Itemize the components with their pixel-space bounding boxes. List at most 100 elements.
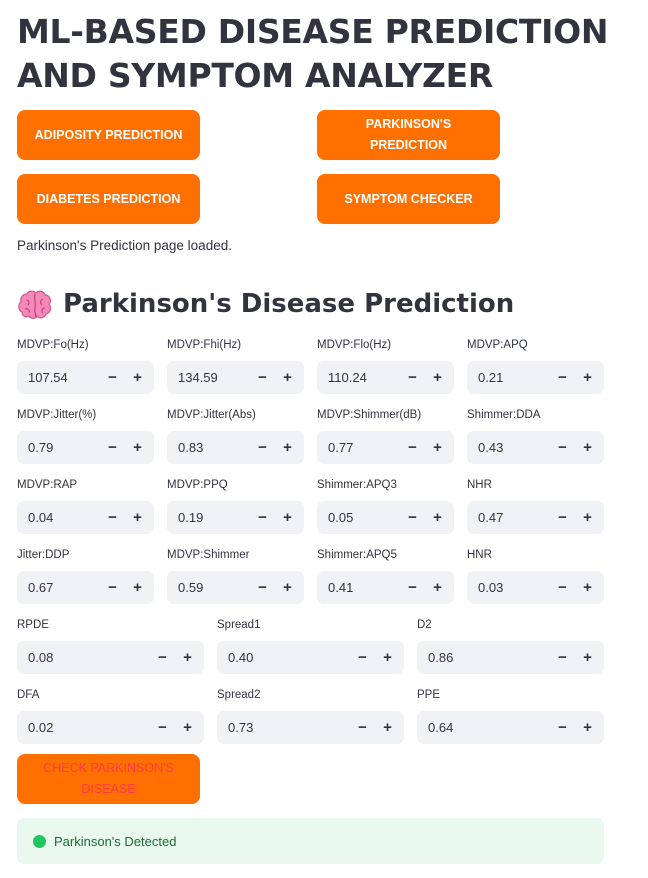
number-input[interactable]: 0.21 − + [467, 361, 604, 394]
number-input[interactable]: 0.04 − + [17, 501, 154, 534]
increment-button[interactable]: + [575, 571, 600, 604]
number-input[interactable]: 0.02 − + [17, 711, 204, 744]
decrement-button[interactable]: − [250, 431, 275, 464]
field-mdvp-ppq: MDVP:PPQ 0.19 − + [167, 477, 304, 534]
increment-button[interactable]: + [425, 501, 450, 534]
number-value[interactable]: 0.19 [167, 510, 250, 525]
decrement-button[interactable]: − [550, 501, 575, 534]
field-shimmer-dda: Shimmer:DDA 0.43 − + [467, 407, 604, 464]
number-value[interactable]: 0.79 [17, 440, 100, 455]
number-value[interactable]: 134.59 [167, 370, 250, 385]
symptom-checker-button[interactable]: SYMPTOM CHECKER [317, 174, 500, 224]
number-input[interactable]: 0.64 − + [417, 711, 604, 744]
number-value[interactable]: 107.54 [17, 370, 100, 385]
number-value[interactable]: 0.64 [417, 720, 550, 735]
diabetes-prediction-button[interactable]: DIABETES PREDICTION [17, 174, 200, 224]
increment-button[interactable]: + [175, 641, 200, 674]
increment-button[interactable]: + [125, 431, 150, 464]
increment-button[interactable]: + [375, 711, 400, 744]
decrement-button[interactable]: − [150, 641, 175, 674]
number-value[interactable]: 0.73 [217, 720, 350, 735]
number-value[interactable]: 0.21 [467, 370, 550, 385]
decrement-button[interactable]: − [250, 571, 275, 604]
increment-button[interactable]: + [275, 361, 300, 394]
number-input[interactable]: 0.19 − + [167, 501, 304, 534]
number-input[interactable]: 110.24 − + [317, 361, 454, 394]
number-value[interactable]: 0.03 [467, 580, 550, 595]
decrement-button[interactable]: − [550, 571, 575, 604]
check-parkinsons-button[interactable]: CHECK PARKINSON'S DISEASE [17, 754, 200, 804]
increment-button[interactable]: + [425, 361, 450, 394]
increment-button[interactable]: + [575, 501, 600, 534]
number-value[interactable]: 0.77 [317, 440, 400, 455]
increment-button[interactable]: + [575, 641, 600, 674]
number-input[interactable]: 0.83 − + [167, 431, 304, 464]
number-value[interactable]: 0.08 [17, 650, 150, 665]
increment-button[interactable]: + [275, 501, 300, 534]
decrement-button[interactable]: − [350, 641, 375, 674]
decrement-button[interactable]: − [550, 431, 575, 464]
number-input[interactable]: 0.47 − + [467, 501, 604, 534]
number-input[interactable]: 0.77 − + [317, 431, 454, 464]
number-input[interactable]: 0.43 − + [467, 431, 604, 464]
decrement-button[interactable]: − [550, 641, 575, 674]
field-label: Jitter:DDP [17, 549, 70, 561]
number-input[interactable]: 0.59 − + [167, 571, 304, 604]
number-value[interactable]: 0.05 [317, 510, 400, 525]
number-input[interactable]: 107.54 − + [17, 361, 154, 394]
decrement-button[interactable]: − [400, 361, 425, 394]
field-label: MDVP:Jitter(%) [17, 409, 97, 421]
decrement-button[interactable]: − [550, 711, 575, 744]
field-mdvp-shimmer: MDVP:Shimmer 0.59 − + [167, 547, 304, 604]
number-input[interactable]: 0.67 − + [17, 571, 154, 604]
number-input[interactable]: 0.41 − + [317, 571, 454, 604]
decrement-button[interactable]: − [150, 711, 175, 744]
decrement-button[interactable]: − [400, 501, 425, 534]
number-value[interactable]: 0.43 [467, 440, 550, 455]
increment-button[interactable]: + [175, 711, 200, 744]
increment-button[interactable]: + [575, 431, 600, 464]
increment-button[interactable]: + [125, 361, 150, 394]
number-value[interactable]: 110.24 [317, 370, 400, 385]
increment-button[interactable]: + [275, 431, 300, 464]
decrement-button[interactable]: − [250, 361, 275, 394]
decrement-button[interactable]: − [550, 361, 575, 394]
number-value[interactable]: 0.02 [17, 720, 150, 735]
decrement-button[interactable]: − [250, 501, 275, 534]
number-value[interactable]: 0.47 [467, 510, 550, 525]
increment-button[interactable]: + [575, 711, 600, 744]
number-input[interactable]: 0.05 − + [317, 501, 454, 534]
increment-button[interactable]: + [425, 431, 450, 464]
decrement-button[interactable]: − [400, 571, 425, 604]
parkinsons-prediction-button[interactable]: PARKINSON'S PREDICTION [317, 110, 500, 160]
decrement-button[interactable]: − [400, 431, 425, 464]
number-input[interactable]: 0.79 − + [17, 431, 154, 464]
adiposity-prediction-button[interactable]: ADIPOSITY PREDICTION [17, 110, 200, 160]
number-input[interactable]: 0.03 − + [467, 571, 604, 604]
decrement-button[interactable]: − [100, 431, 125, 464]
field-rpde: RPDE 0.08 − + [17, 617, 204, 674]
number-input[interactable]: 134.59 − + [167, 361, 304, 394]
decrement-button[interactable]: − [100, 571, 125, 604]
number-value[interactable]: 0.41 [317, 580, 400, 595]
decrement-button[interactable]: − [350, 711, 375, 744]
number-value[interactable]: 0.67 [17, 580, 100, 595]
number-input[interactable]: 0.86 − + [417, 641, 604, 674]
number-value[interactable]: 0.83 [167, 440, 250, 455]
number-value[interactable]: 0.86 [417, 650, 550, 665]
number-input[interactable]: 0.08 − + [17, 641, 204, 674]
number-value[interactable]: 0.04 [17, 510, 100, 525]
increment-button[interactable]: + [375, 641, 400, 674]
number-value[interactable]: 0.40 [217, 650, 350, 665]
increment-button[interactable]: + [575, 361, 600, 394]
number-value[interactable]: 0.59 [167, 580, 250, 595]
increment-button[interactable]: + [125, 571, 150, 604]
field-nhr: NHR 0.47 − + [467, 477, 604, 534]
increment-button[interactable]: + [125, 501, 150, 534]
number-input[interactable]: 0.73 − + [217, 711, 404, 744]
increment-button[interactable]: + [425, 571, 450, 604]
decrement-button[interactable]: − [100, 501, 125, 534]
decrement-button[interactable]: − [100, 361, 125, 394]
increment-button[interactable]: + [275, 571, 300, 604]
number-input[interactable]: 0.40 − + [217, 641, 404, 674]
